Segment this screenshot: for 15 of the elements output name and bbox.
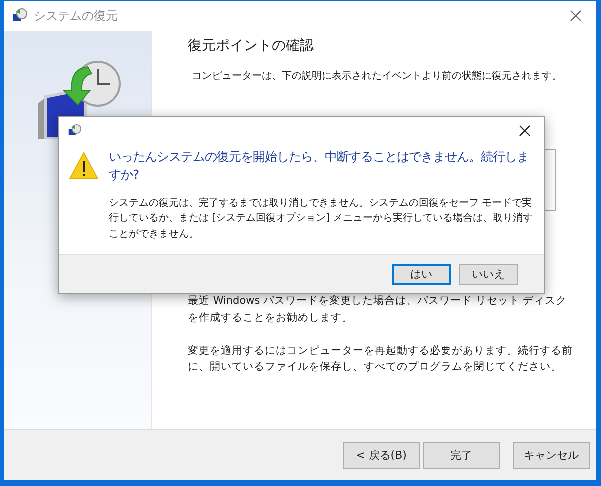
- dialog-detail: システムの復元は、完了するまでは取り消しできません。システムの回復をセーフ モードで実行しているか、または [システム回復オプション] メニューから実行している場合は、取り消すことができません。: [109, 196, 534, 242]
- wizard-button[interactable]: 完了: [423, 442, 500, 468]
- wizard-button[interactable]: < 戻る(B): [343, 442, 420, 468]
- warning-icon: [69, 152, 99, 180]
- dialog-button[interactable]: いいえ: [459, 264, 518, 285]
- page-description: コンピューターは、下の説明に表示されたイベントより前の状態に復元されます。: [192, 70, 563, 83]
- dialog-message: いったんシステムの復元を開始したら、中断することはできません。続行しますか?: [109, 148, 530, 184]
- page-heading: 復元ポイントの確認: [188, 37, 315, 55]
- app-icon: [12, 8, 28, 24]
- note-text: 変更を適用するにはコンピューターを再起動する必要があります。続行する前に、開いているファイルを保存し、すべてのプログラムを閉じてください。: [188, 344, 574, 376]
- note-text: 最近 Windows パスワードを変更した場合は、パスワード リセット ディスクを作成することをお勧めします。: [188, 294, 568, 326]
- window-title: システムの復元: [34, 8, 119, 24]
- wizard-button[interactable]: キャンセル: [513, 442, 590, 468]
- app-icon: [68, 124, 82, 138]
- dialog-button[interactable]: はい: [392, 264, 451, 285]
